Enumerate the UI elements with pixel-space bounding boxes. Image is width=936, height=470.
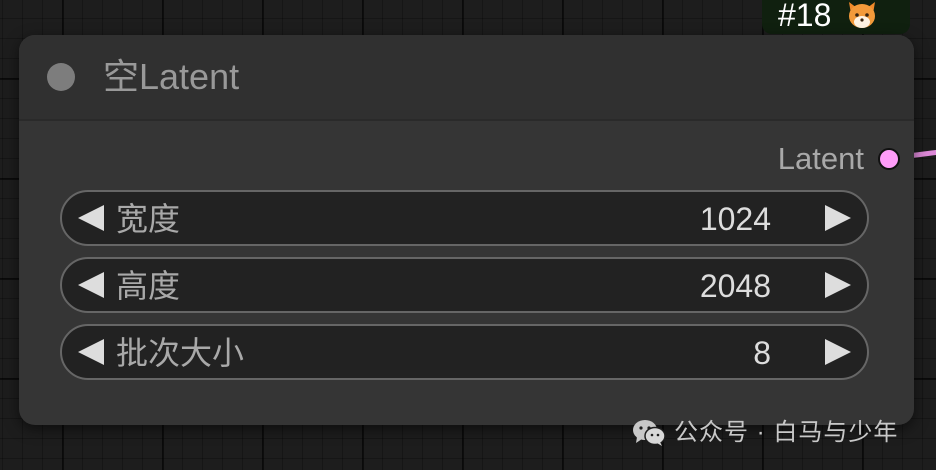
output-latent: Latent — [778, 141, 900, 177]
watermark-text: 公众号 · 白马与少年 — [674, 419, 899, 446]
node-id-badge: #18 — [762, 0, 910, 34]
watermark: 公众号 · 白马与少年 — [632, 416, 898, 450]
increment-arrow-icon[interactable] — [825, 205, 851, 231]
widget-value[interactable]: 2048 — [700, 267, 771, 305]
decrement-arrow-icon[interactable] — [78, 205, 104, 231]
decrement-arrow-icon[interactable] — [78, 272, 104, 298]
widget-label: 批次大小 — [116, 335, 245, 371]
batch-size-widget[interactable]: 批次大小 8 — [60, 324, 869, 380]
widget-label: 高度 — [116, 268, 181, 304]
node-header[interactable]: 空Latent — [19, 35, 914, 121]
widget-value[interactable]: 1024 — [700, 200, 771, 238]
increment-arrow-icon[interactable] — [825, 339, 851, 365]
increment-arrow-icon[interactable] — [825, 272, 851, 298]
decrement-arrow-icon[interactable] — [78, 339, 104, 365]
node-id-label: #18 — [778, 0, 832, 33]
node-title: 空Latent — [103, 56, 240, 97]
widget-label: 宽度 — [116, 201, 181, 237]
height-widget[interactable]: 高度 2048 — [60, 257, 869, 313]
output-slot-icon[interactable] — [878, 148, 900, 170]
collapse-dot-icon[interactable] — [47, 63, 75, 91]
wechat-icon — [633, 420, 666, 446]
output-label: Latent — [777, 141, 864, 176]
fox-icon — [849, 2, 876, 28]
width-widget[interactable]: 宽度 1024 — [60, 190, 869, 246]
empty-latent-node[interactable]: 空Latent Latent 宽度 1024 高度 2048 批次大小 8 — [19, 35, 914, 425]
widget-value[interactable]: 8 — [753, 334, 771, 372]
